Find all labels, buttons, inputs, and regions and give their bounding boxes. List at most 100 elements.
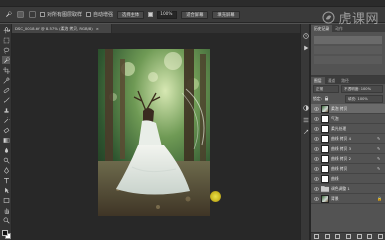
dodge-tool-icon[interactable] — [2, 156, 10, 164]
document-tab[interactable]: DSC_0018.tif @ 8.57% (柔泡 拷贝, RGB/8) × — [12, 24, 112, 33]
visibility-eye-icon[interactable] — [313, 156, 319, 162]
type-tool-icon[interactable] — [2, 176, 10, 184]
lock-icon: 🔒 — [377, 196, 382, 201]
quick-selection-tool-icon[interactable] — [2, 56, 10, 64]
layer-row[interactable]: 曲线 拷贝 2 ✎ — [311, 154, 385, 164]
visibility-eye-icon[interactable] — [313, 146, 319, 152]
lock-label: 锁定: — [313, 96, 322, 101]
layer-thumbnail — [321, 144, 329, 153]
layer-row[interactable]: 曲线 拷贝 4 ✎ — [311, 134, 385, 144]
zoom-tool-icon[interactable] — [2, 216, 10, 224]
new-adjustment-icon[interactable] — [345, 234, 351, 239]
link-layers-icon[interactable] — [313, 234, 319, 239]
layer-row[interactable]: 气泡 — [311, 114, 385, 124]
layer-row[interactable]: 曲线 拷贝 ✎ — [311, 164, 385, 174]
visibility-eye-icon[interactable] — [313, 116, 319, 122]
layer-row[interactable]: 柔泡 拷贝 — [311, 104, 385, 114]
zoom-field[interactable]: 100% — [157, 10, 178, 19]
smart-filter-icon[interactable]: ✎ — [377, 136, 382, 141]
history-state[interactable] — [314, 56, 382, 64]
document-tab-title: DSC_0018.tif @ 8.57% (柔泡 拷贝, RGB/8) — [15, 25, 93, 31]
watermark-text: 虎课网 — [338, 12, 379, 27]
gradient-tool-icon[interactable] — [2, 136, 10, 144]
history-panel — [311, 32, 385, 76]
lock-icon[interactable] — [324, 95, 329, 103]
fill-field[interactable]: 填充: 100% — [345, 95, 383, 103]
eraser-tool-icon[interactable] — [2, 126, 10, 134]
marquee-tool-icon[interactable] — [2, 36, 10, 44]
smart-filter-icon[interactable]: ✎ — [377, 156, 382, 161]
path-selection-tool-icon[interactable] — [2, 186, 10, 194]
layer-thumbnail — [321, 104, 329, 113]
blend-mode-select[interactable]: 正常 — [313, 85, 339, 93]
layer-thumbnail — [321, 164, 329, 173]
add-to-selection-icon[interactable] — [16, 11, 24, 19]
layer-row[interactable]: 调色调整 1 — [311, 184, 385, 194]
opacity-field[interactable]: 不透明度: 100% — [341, 85, 383, 93]
document-image[interactable] — [98, 49, 210, 216]
auto-enhance-option[interactable]: 自动增强 — [86, 11, 113, 18]
lasso-tool-icon[interactable] — [2, 46, 10, 54]
delete-layer-icon[interactable] — [378, 234, 384, 239]
crop-tool-icon[interactable] — [2, 66, 10, 74]
healing-brush-tool-icon[interactable] — [2, 86, 10, 94]
visibility-eye-icon[interactable] — [313, 196, 319, 202]
visibility-eye-icon[interactable] — [313, 166, 319, 172]
smart-filter-icon[interactable]: ✎ — [377, 146, 382, 151]
select-subject-button[interactable]: 选择主体 — [117, 10, 145, 19]
visibility-eye-icon[interactable] — [313, 106, 319, 112]
layer-name: 曲线 拷贝 3 — [331, 145, 352, 151]
actions-panel-icon[interactable] — [302, 44, 310, 52]
close-tab-icon[interactable]: × — [96, 26, 99, 31]
add-style-icon[interactable] — [324, 234, 330, 239]
add-mask-icon[interactable] — [335, 234, 341, 239]
tab-channels[interactable]: 通道 — [325, 77, 339, 84]
history-brush-tool-icon[interactable] — [2, 116, 10, 124]
tool-presets-panel-icon[interactable] — [302, 128, 310, 136]
hand-tool-icon[interactable] — [2, 206, 10, 214]
layer-row[interactable]: 柔光处理 — [311, 124, 385, 134]
subtract-from-selection-icon[interactable] — [28, 11, 36, 19]
canvas-area[interactable] — [12, 33, 300, 240]
history-panel-icon[interactable] — [302, 32, 310, 40]
layer-row[interactable]: 曲线 — [311, 174, 385, 184]
blur-tool-icon[interactable] — [2, 146, 10, 154]
new-layer-icon[interactable] — [367, 234, 373, 239]
visibility-eye-icon[interactable] — [313, 136, 319, 142]
sample-all-layers-option[interactable]: 对所有图层取样 — [40, 11, 82, 18]
history-state[interactable] — [314, 36, 382, 44]
tab-layers[interactable]: 图层 — [311, 77, 325, 84]
pen-tool-icon[interactable] — [2, 166, 10, 174]
adjustments-panel-icon[interactable] — [302, 104, 310, 112]
history-state[interactable] — [314, 46, 382, 54]
scrubby-zoom-option[interactable] — [148, 12, 154, 17]
move-tool-icon[interactable] — [2, 26, 10, 34]
eyedropper-tool-icon[interactable] — [2, 76, 10, 84]
layer-thumbnail — [321, 174, 329, 183]
quick-selection-icon[interactable] — [4, 11, 12, 19]
fit-screen-button[interactable]: 适合屏幕 — [181, 10, 209, 19]
layer-name: 曲线 拷贝 4 — [331, 135, 352, 141]
layers-panel-tabs: 图层 通道 路径 — [311, 76, 385, 84]
layer-thumbnail — [321, 124, 329, 133]
smart-filter-icon[interactable]: ✎ — [377, 166, 382, 171]
scrubby-zoom-checkbox[interactable] — [148, 12, 154, 17]
sample-all-layers-checkbox[interactable] — [40, 12, 45, 17]
properties-panel-icon[interactable] — [302, 116, 310, 124]
foreground-color-swatch[interactable] — [2, 230, 8, 236]
layer-name: 背景 — [331, 195, 339, 201]
fill-screen-button[interactable]: 填充屏幕 — [212, 10, 240, 19]
brush-tool-icon[interactable] — [2, 96, 10, 104]
clone-stamp-tool-icon[interactable] — [2, 106, 10, 114]
auto-enhance-checkbox[interactable] — [86, 12, 92, 17]
rectangle-tool-icon[interactable] — [2, 196, 10, 204]
visibility-eye-icon[interactable] — [313, 126, 319, 132]
visibility-eye-icon[interactable] — [313, 176, 319, 182]
layer-lock-row: 锁定: 填充: 100% — [311, 94, 385, 104]
layer-row[interactable]: 背景 🔒 — [311, 194, 385, 204]
layer-row[interactable]: 曲线 拷贝 3 ✎ — [311, 144, 385, 154]
watermark-logo-icon — [322, 11, 336, 24]
tab-paths[interactable]: 路径 — [338, 77, 352, 84]
new-group-icon[interactable] — [356, 234, 362, 239]
visibility-eye-icon[interactable] — [313, 186, 319, 192]
